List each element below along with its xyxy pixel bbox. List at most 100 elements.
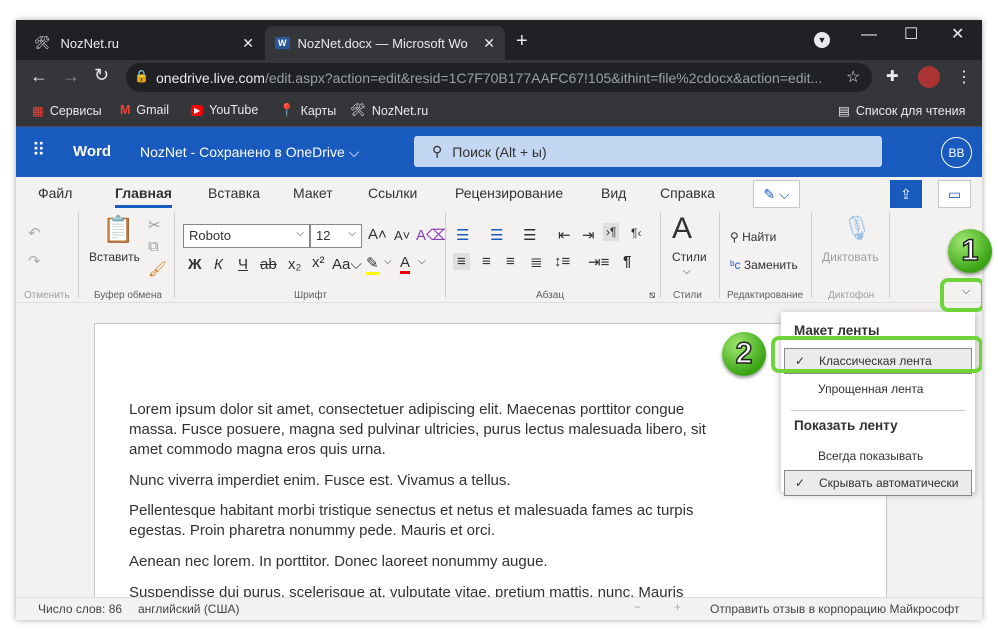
bookmark-maps[interactable]: 📍 Карты bbox=[279, 103, 336, 118]
tab-word[interactable]: W NozNet.docx — Microsoft Word ✕ bbox=[265, 26, 505, 60]
tab-file[interactable]: Файл bbox=[38, 185, 72, 201]
cut-icon[interactable]: ✂ bbox=[148, 216, 161, 234]
styles-button[interactable]: Стили bbox=[672, 250, 707, 264]
back-icon[interactable]: ← bbox=[30, 66, 48, 87]
tab-noznet[interactable]: 🛠 NozNet.ru ✕ bbox=[24, 26, 264, 60]
bookmark-services[interactable]: ▦ Сервисы bbox=[32, 103, 102, 119]
bookmark-noznet[interactable]: 🛠 NozNet.ru bbox=[350, 103, 428, 118]
justify-icon[interactable]: ≣ bbox=[530, 253, 543, 271]
microphone-icon[interactable]: 🎙 bbox=[842, 214, 872, 243]
multilevel-list-icon[interactable]: ☰ bbox=[523, 226, 536, 244]
italic-icon[interactable]: К bbox=[214, 256, 223, 273]
paragraph: Pellentesque habitant morbi tristique se… bbox=[129, 502, 694, 519]
new-tab-button[interactable]: + bbox=[516, 30, 528, 53]
tools-icon: 🛠 bbox=[34, 35, 51, 50]
subscript-icon[interactable]: x₂ bbox=[288, 256, 301, 273]
font-name-select[interactable]: Roboto ⌵ bbox=[183, 224, 310, 248]
chevron-down-icon[interactable]: ⌵ bbox=[384, 256, 392, 267]
search-input[interactable]: ⚲ Поиск (Alt + ы) bbox=[414, 136, 882, 167]
feedback-link[interactable]: Отправить отзыв в корпорацию Майкрософт bbox=[710, 602, 959, 616]
undo-icon[interactable]: ↶ bbox=[28, 224, 41, 242]
app-name: Word bbox=[73, 143, 112, 160]
font-color-icon[interactable]: A bbox=[400, 254, 411, 274]
align-right-icon[interactable]: ≡ bbox=[506, 253, 515, 270]
dictate-button[interactable]: Диктовать bbox=[822, 250, 879, 264]
chevron-down-icon[interactable]: ⌵ bbox=[418, 256, 426, 267]
font-size-select[interactable]: 12 ⌵ bbox=[310, 224, 362, 248]
ltr-icon[interactable]: ›¶ bbox=[603, 223, 620, 241]
check-icon: ✓ bbox=[795, 476, 806, 490]
app-launcher-icon[interactable]: ⠿ bbox=[32, 140, 45, 161]
avatar[interactable]: BB bbox=[941, 137, 972, 168]
tab-home[interactable]: Главная bbox=[115, 185, 172, 208]
shrink-font-icon[interactable]: A˅ bbox=[394, 228, 410, 243]
rtl-icon[interactable]: ¶‹ bbox=[631, 226, 641, 240]
find-button[interactable]: ⚲ Найти bbox=[730, 230, 776, 244]
show-marks-icon[interactable]: ¶ bbox=[623, 253, 631, 270]
url-input[interactable]: onedrive.live.com/edit.aspx?action=edit&… bbox=[126, 63, 872, 92]
decrease-indent-icon[interactable]: ⇤ bbox=[558, 226, 571, 244]
numbering-icon[interactable]: ☰ bbox=[490, 226, 503, 244]
bookmark-gmail[interactable]: M Gmail bbox=[120, 103, 169, 117]
replace-button[interactable]: ᵇc Заменить bbox=[730, 258, 798, 272]
tab-review[interactable]: Рецензирование bbox=[455, 185, 563, 201]
paste-icon[interactable]: 📋 bbox=[102, 214, 134, 245]
search-icon: ⚲ bbox=[432, 143, 443, 159]
clear-formatting-icon[interactable]: A⌫ bbox=[416, 226, 447, 244]
line-spacing-icon[interactable]: ↕≡ bbox=[554, 253, 570, 270]
bookmark-star-icon[interactable]: ☆ bbox=[846, 67, 860, 87]
reading-list[interactable]: ▤ Список для чтения bbox=[838, 103, 965, 119]
tab-view[interactable]: Вид bbox=[601, 185, 626, 201]
minimize-button[interactable]: — bbox=[861, 26, 877, 44]
language[interactable]: английский (США) bbox=[138, 602, 239, 616]
tab-layout[interactable]: Макет bbox=[293, 185, 333, 201]
tab-references[interactable]: Ссылки bbox=[368, 185, 417, 201]
doc-title[interactable]: NozNet - Сохранено в OneDrive ⌵ bbox=[140, 144, 359, 161]
paste-button[interactable]: Вставить bbox=[89, 250, 140, 264]
bold-icon[interactable]: Ж bbox=[188, 256, 202, 273]
maximize-button[interactable]: ☐ bbox=[904, 24, 918, 44]
align-center-icon[interactable]: ≡ bbox=[482, 253, 491, 270]
profile-avatar[interactable] bbox=[918, 66, 940, 88]
strikethrough-icon[interactable]: ab bbox=[260, 256, 277, 273]
word-count[interactable]: Число слов: 86 bbox=[38, 602, 122, 616]
menu-icon[interactable]: ⋮ bbox=[956, 67, 972, 87]
zoom-out-button[interactable]: − bbox=[634, 600, 641, 614]
redo-icon[interactable]: ↷ bbox=[28, 252, 41, 270]
menu-item-simplified-ribbon[interactable]: Упрощенная лента bbox=[784, 376, 972, 402]
menu-item-auto-hide[interactable]: ✓ Скрывать автоматически bbox=[784, 470, 972, 496]
copy-icon[interactable]: ⧉ bbox=[148, 238, 159, 255]
format-painter-icon[interactable]: 🖌 bbox=[148, 260, 167, 278]
close-tab-icon[interactable]: ✕ bbox=[242, 35, 254, 52]
highlight-icon[interactable]: ✎ bbox=[366, 254, 379, 275]
tab-search-icon[interactable]: ▼ bbox=[814, 32, 830, 48]
lock-icon: 🔒 bbox=[134, 69, 149, 83]
tab-insert[interactable]: Вставка bbox=[208, 185, 260, 201]
grow-font-icon[interactable]: A˄ bbox=[368, 226, 387, 243]
align-left-icon[interactable]: ≡ bbox=[453, 253, 470, 270]
tab-help[interactable]: Справка bbox=[660, 185, 715, 201]
superscript-icon[interactable]: x² bbox=[312, 254, 325, 271]
youtube-icon: ▶ bbox=[191, 104, 204, 116]
chevron-down-icon[interactable]: ⌵ bbox=[683, 266, 691, 277]
underline-icon[interactable]: Ч bbox=[238, 256, 248, 273]
reload-icon[interactable]: ↻ bbox=[94, 65, 109, 86]
replace-icon: ᵇc bbox=[730, 258, 744, 272]
change-case-icon[interactable]: Aa⌵ bbox=[332, 256, 362, 273]
editing-mode-button[interactable]: ✎ ⌵ bbox=[753, 180, 800, 208]
close-tab-icon[interactable]: ✕ bbox=[483, 35, 495, 52]
bullets-icon[interactable]: ☰ bbox=[456, 226, 469, 244]
bookmark-youtube[interactable]: ▶ YouTube bbox=[191, 103, 258, 117]
comments-button[interactable]: ▭ bbox=[938, 180, 971, 208]
forward-icon[interactable]: → bbox=[62, 66, 80, 87]
styles-icon[interactable]: A bbox=[672, 212, 692, 246]
divider bbox=[719, 212, 720, 298]
share-button[interactable]: ⇪ bbox=[890, 180, 922, 208]
dialog-launcher-icon[interactable]: ⧅ bbox=[649, 290, 655, 301]
menu-item-always-show[interactable]: Всегда показывать bbox=[784, 443, 972, 469]
paragraph-spacing-icon[interactable]: ⇥≡ bbox=[588, 253, 609, 271]
close-window-button[interactable]: ✕ bbox=[951, 24, 964, 44]
increase-indent-icon[interactable]: ⇥ bbox=[582, 226, 595, 244]
extensions-icon[interactable]: ✚ bbox=[886, 67, 899, 85]
zoom-in-button[interactable]: + bbox=[674, 600, 681, 614]
